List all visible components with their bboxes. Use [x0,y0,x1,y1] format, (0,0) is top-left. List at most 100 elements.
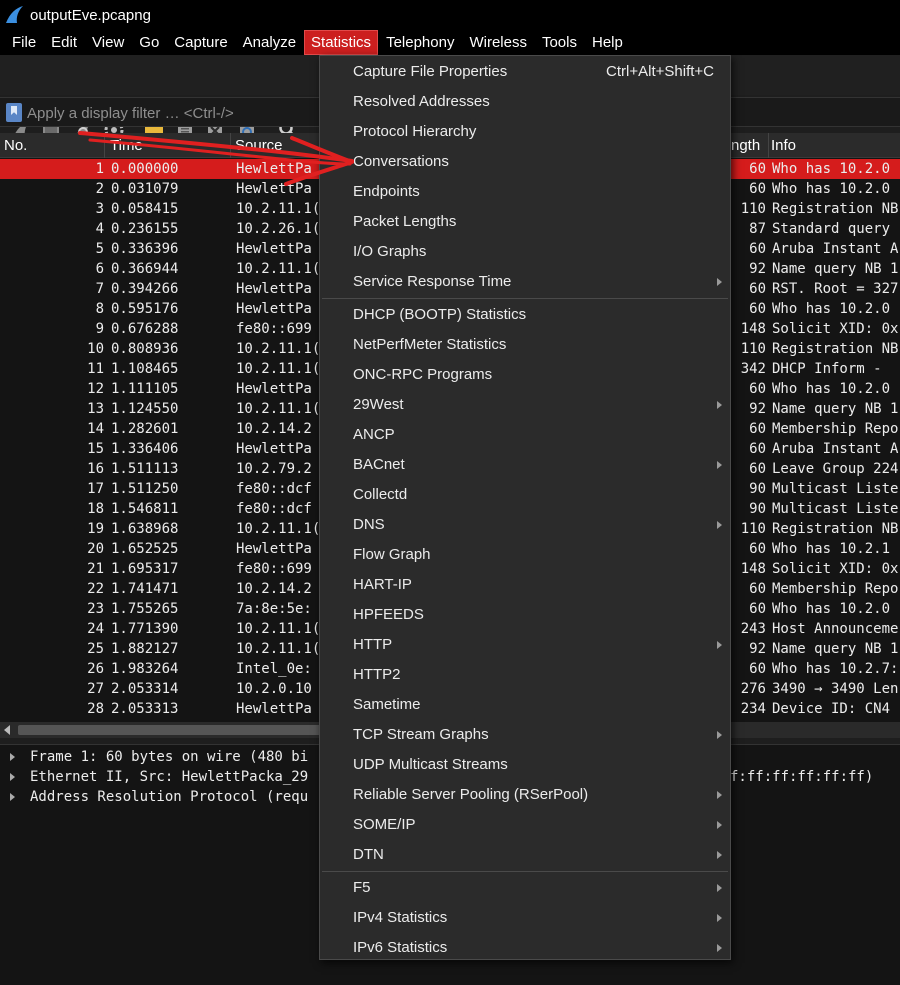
menu-statistics[interactable]: Statistics [304,30,379,55]
menu-item-tcp-stream-graphs[interactable]: TCP Stream Graphs [320,720,730,750]
column-header-no[interactable]: No. [4,137,27,154]
menu-file[interactable]: File [6,31,42,54]
window-title: outputEve.pcapng [30,6,151,24]
title-bar: outputEve.pcapng [0,0,900,30]
menu-tools[interactable]: Tools [536,31,583,54]
menu-item-hpfeeds[interactable]: HPFEEDS [320,600,730,630]
menu-item-dns[interactable]: DNS [320,510,730,540]
packet-info: Who has 10.2.0 [772,301,891,317]
packet-source: HewlettPa [236,381,312,397]
packet-time: 2.053314 [111,681,179,697]
menu-item-onc-rpc-programs[interactable]: ONC-RPC Programs [320,360,730,390]
packet-length: 148 [740,321,766,337]
packet-number: 1 [95,161,104,177]
expand-arrow-icon[interactable] [10,773,15,781]
menu-item-hart-ip[interactable]: HART-IP [320,570,730,600]
menu-item-bacnet[interactable]: BACnet [320,450,730,480]
menu-item-collectd[interactable]: Collectd [320,480,730,510]
menu-item-http2[interactable]: HTTP2 [320,660,730,690]
packet-length: 342 [740,361,766,377]
packet-number: 19 [87,521,104,537]
packet-number: 18 [87,501,104,517]
menu-item-service-response-time[interactable]: Service Response Time [320,267,730,297]
column-header-length[interactable]: ngth [731,137,760,154]
menu-view[interactable]: View [86,31,130,54]
menu-item-flow-graph[interactable]: Flow Graph [320,540,730,570]
menu-go[interactable]: Go [133,31,165,54]
packet-time: 1.511113 [111,461,179,477]
expand-arrow-icon[interactable] [10,753,15,761]
submenu-arrow-icon [717,944,722,952]
scroll-left-arrow-icon[interactable] [4,725,10,735]
display-filter-input[interactable] [27,101,327,125]
packet-info: DHCP Inform - [772,361,882,377]
submenu-arrow-icon [717,731,722,739]
menu-item-reliable-server-pooling-rserpool[interactable]: Reliable Server Pooling (RSerPool) [320,780,730,810]
packet-time: 1.282601 [111,421,179,437]
packet-time: 0.058415 [111,201,179,217]
menu-item-capture-file-properties[interactable]: Capture File Properties Ctrl+Alt+Shift+C [320,57,730,87]
column-header-time[interactable]: Time [110,137,143,154]
packet-time: 1.755265 [111,601,179,617]
column-header-source[interactable]: Source [235,137,283,154]
menu-help[interactable]: Help [586,31,629,54]
menu-item-29west[interactable]: 29West [320,390,730,420]
packet-number: 14 [87,421,104,437]
packet-info: Name query NB 1 [772,261,899,277]
packet-length: 92 [749,261,766,277]
expand-arrow-icon[interactable] [10,793,15,801]
menu-edit[interactable]: Edit [45,31,83,54]
packet-source: 10.2.11.1( [236,521,321,537]
packet-time: 1.652525 [111,541,179,557]
menu-item-protocol-hierarchy[interactable]: Protocol Hierarchy [320,117,730,147]
menu-item-dhcp-bootp-statistics[interactable]: DHCP (BOOTP) Statistics [320,300,730,330]
packet-number: 25 [87,641,104,657]
menu-item-ancp[interactable]: ANCP [320,420,730,450]
packet-time: 1.511250 [111,481,179,497]
menu-item-dtn[interactable]: DTN [320,840,730,870]
packet-length: 110 [740,341,766,357]
menu-analyze[interactable]: Analyze [237,31,302,54]
menu-item-sametime[interactable]: Sametime [320,690,730,720]
packet-number: 7 [95,281,104,297]
menu-item-i-o-graphs[interactable]: I/O Graphs [320,237,730,267]
menu-item-some-ip[interactable]: SOME/IP [320,810,730,840]
menu-item-udp-multicast-streams[interactable]: UDP Multicast Streams [320,750,730,780]
menu-item-ipv4-statistics[interactable]: IPv4 Statistics [320,903,730,933]
packet-length: 148 [740,561,766,577]
packet-number: 23 [87,601,104,617]
menu-item-label: Capture File Properties [353,63,508,80]
filter-bookmark-icon[interactable] [6,103,22,122]
menu-capture[interactable]: Capture [168,31,233,54]
menu-item-label: HTTP [353,636,393,653]
menu-item-netperfmeter-statistics[interactable]: NetPerfMeter Statistics [320,330,730,360]
submenu-arrow-icon [717,521,722,529]
packet-number: 24 [87,621,104,637]
packet-source: HewlettPa [236,181,312,197]
menu-item-f5[interactable]: F5 [320,873,730,903]
packet-time: 1.111105 [111,381,179,397]
packet-info: Membership Repo [772,421,899,437]
submenu-arrow-icon [717,401,722,409]
menu-wireless[interactable]: Wireless [463,31,533,54]
menu-item-endpoints[interactable]: Endpoints [320,177,730,207]
packet-number: 10 [87,341,104,357]
packet-info: 3490 → 3490 Len [772,681,899,697]
menu-telephony[interactable]: Telephony [380,31,460,54]
packet-length: 60 [749,281,766,297]
menu-item-packet-lengths[interactable]: Packet Lengths [320,207,730,237]
menu-item-resolved-addresses[interactable]: Resolved Addresses [320,87,730,117]
packet-number: 9 [95,321,104,337]
packet-source: 10.2.14.2 [236,581,312,597]
menu-item-label: TCP Stream Graphs [353,726,489,743]
packet-source: 7a:8e:5e: [236,601,312,617]
column-header-info[interactable]: Info [771,137,796,154]
menu-item-conversations[interactable]: Conversations [320,147,730,177]
menu-item-ipv6-statistics[interactable]: IPv6 Statistics [320,933,730,963]
menu-item-http[interactable]: HTTP [320,630,730,660]
packet-info: Leave Group 224 [772,461,899,477]
packet-length: 90 [749,501,766,517]
packet-info: Who has 10.2.0 [772,381,891,397]
menu-item-label: I/O Graphs [353,243,427,260]
packet-length: 110 [740,521,766,537]
